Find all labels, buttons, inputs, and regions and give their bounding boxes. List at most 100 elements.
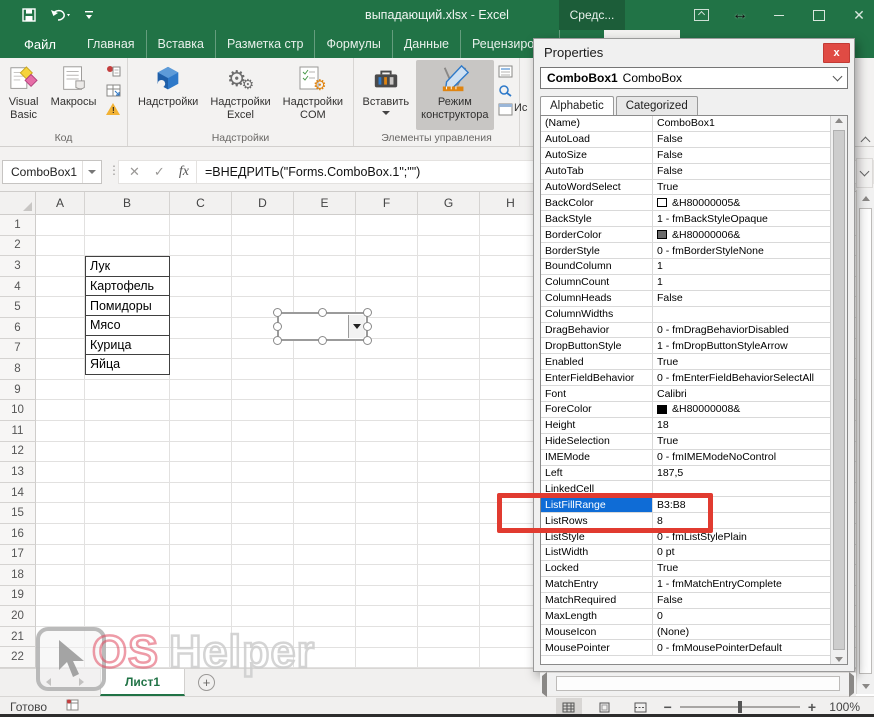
property-row[interactable]: Left187,5 [541, 466, 830, 482]
property-name[interactable]: AutoTab [541, 164, 653, 179]
property-row[interactable]: MouseIcon(None) [541, 625, 830, 641]
vertical-scrollbar[interactable] [856, 190, 874, 694]
property-row[interactable]: (Name)ComboBox1 [541, 116, 830, 132]
column-header[interactable]: F [356, 192, 418, 215]
property-name[interactable]: AutoSize [541, 148, 653, 163]
property-value[interactable]: (None) [653, 625, 830, 640]
property-value[interactable]: 0 - fmEnterFieldBehaviorSelectAll [653, 370, 830, 385]
property-row[interactable]: ColumnWidths [541, 307, 830, 323]
property-value[interactable]: False [653, 148, 830, 163]
property-value[interactable]: &H80000005& [653, 195, 830, 210]
combobox-control[interactable] [277, 312, 368, 341]
property-row[interactable]: BorderStyle0 - fmBorderStyleNone [541, 243, 830, 259]
column-header[interactable]: G [418, 192, 480, 215]
row-header[interactable]: 7 [0, 339, 36, 360]
property-name[interactable]: Left [541, 466, 653, 481]
expand-formula-bar-button[interactable] [856, 158, 873, 188]
scroll-up-icon[interactable] [857, 190, 874, 206]
run-dialog-icon[interactable] [498, 102, 514, 116]
ribbon-tab[interactable]: Данные [392, 30, 460, 58]
property-name[interactable]: MousePointer [541, 640, 653, 655]
property-value[interactable]: False [653, 291, 830, 306]
save-icon[interactable] [22, 8, 36, 22]
addins-button[interactable]: Надстройки [133, 60, 203, 130]
row-header[interactable]: 19 [0, 586, 36, 607]
property-row[interactable]: BackColor&H80000005& [541, 195, 830, 211]
zoom-out-icon[interactable]: − [664, 700, 672, 714]
row-header[interactable]: 8 [0, 359, 36, 380]
select-all-corner[interactable] [0, 192, 36, 215]
tab-categorized[interactable]: Categorized [616, 96, 698, 115]
property-value[interactable]: 1 [653, 259, 830, 274]
property-name[interactable]: ColumnCount [541, 275, 653, 290]
tab-alphabetic[interactable]: Alphabetic [540, 96, 614, 116]
scroll-down-icon[interactable] [831, 657, 847, 662]
undo-icon[interactable] [50, 8, 70, 22]
property-row[interactable]: AutoLoadFalse [541, 132, 830, 148]
property-value[interactable]: True [653, 180, 830, 195]
row-header[interactable]: 18 [0, 565, 36, 586]
property-value[interactable]: False [653, 164, 830, 179]
property-row[interactable]: ForeColor&H80000008& [541, 402, 830, 418]
selection-handle[interactable] [318, 308, 327, 317]
column-header[interactable]: A [36, 192, 85, 215]
property-name[interactable]: MatchRequired [541, 593, 653, 608]
row-header[interactable]: 22 [0, 647, 36, 668]
properties-small-icon[interactable] [498, 64, 514, 78]
zoom-in-icon[interactable]: + [808, 700, 816, 714]
properties-title-bar[interactable]: Properties x [534, 39, 854, 66]
row-header[interactable]: 12 [0, 442, 36, 463]
property-row[interactable]: AutoTabFalse [541, 164, 830, 180]
property-value[interactable]: 18 [653, 418, 830, 433]
property-value[interactable]: True [653, 354, 830, 369]
relative-references-icon[interactable] [105, 83, 121, 97]
property-name[interactable]: BackColor [541, 195, 653, 210]
property-row[interactable]: MatchRequiredFalse [541, 593, 830, 609]
property-row[interactable]: EnterFieldBehavior0 - fmEnterFieldBehavi… [541, 370, 830, 386]
list-cell[interactable]: Лук [85, 256, 170, 277]
property-row[interactable]: MousePointer0 - fmMousePointerDefault [541, 640, 830, 656]
property-name[interactable]: BorderStyle [541, 243, 653, 258]
property-name[interactable]: IMEMode [541, 450, 653, 465]
scroll-left-icon[interactable] [542, 676, 547, 694]
design-mode-button[interactable]: Режим конструктора [416, 60, 493, 130]
property-value[interactable]: 0 - fmDragBehaviorDisabled [653, 323, 830, 338]
row-header[interactable]: 21 [0, 627, 36, 648]
property-name[interactable]: MaxLength [541, 609, 653, 624]
property-row[interactable]: DragBehavior0 - fmDragBehaviorDisabled [541, 323, 830, 339]
property-value[interactable]: 1 - fmBackStyleOpaque [653, 211, 830, 226]
property-name[interactable]: Enabled [541, 354, 653, 369]
property-value[interactable]: 0 - fmMousePointerDefault [653, 640, 830, 655]
property-row[interactable]: AutoWordSelectTrue [541, 180, 830, 196]
row-header[interactable]: 16 [0, 524, 36, 545]
row-header[interactable]: 14 [0, 483, 36, 504]
property-row[interactable]: MatchEntry1 - fmMatchEntryComplete [541, 577, 830, 593]
property-value[interactable]: &H80000006& [653, 227, 830, 242]
property-row[interactable]: ListWidth0 pt [541, 545, 830, 561]
property-row[interactable]: EnabledTrue [541, 354, 830, 370]
selection-handle[interactable] [273, 322, 282, 331]
property-name[interactable]: MouseIcon [541, 625, 653, 640]
row-header[interactable]: 1 [0, 215, 36, 236]
property-name[interactable]: ColumnHeads [541, 291, 653, 306]
horizontal-scroll-thumb[interactable] [556, 676, 840, 691]
property-scroll-thumb[interactable] [833, 130, 845, 650]
property-name[interactable]: ForeColor [541, 402, 653, 417]
properties-close-button[interactable]: x [823, 43, 850, 63]
name-box-dropdown-icon[interactable] [82, 161, 101, 183]
selection-handle[interactable] [273, 308, 282, 317]
property-name[interactable]: AutoWordSelect [541, 180, 653, 195]
property-value[interactable]: 1 - fmDropButtonStyleArrow [653, 338, 830, 353]
record-macro-icon[interactable] [105, 64, 121, 78]
insert-control-button[interactable]: Вставить [358, 60, 415, 130]
property-value[interactable]: 1 - fmMatchEntryComplete [653, 577, 830, 592]
row-header[interactable]: 17 [0, 545, 36, 566]
property-name[interactable]: (Name) [541, 116, 653, 131]
row-header[interactable]: 10 [0, 400, 36, 421]
close-button[interactable]: ✕ [850, 6, 868, 24]
property-value[interactable]: 1 [653, 275, 830, 290]
row-header[interactable]: 2 [0, 236, 36, 257]
property-value[interactable]: Calibri [653, 386, 830, 401]
collapse-ribbon-button[interactable] [856, 131, 874, 149]
insert-function-icon[interactable]: fx [179, 164, 189, 180]
